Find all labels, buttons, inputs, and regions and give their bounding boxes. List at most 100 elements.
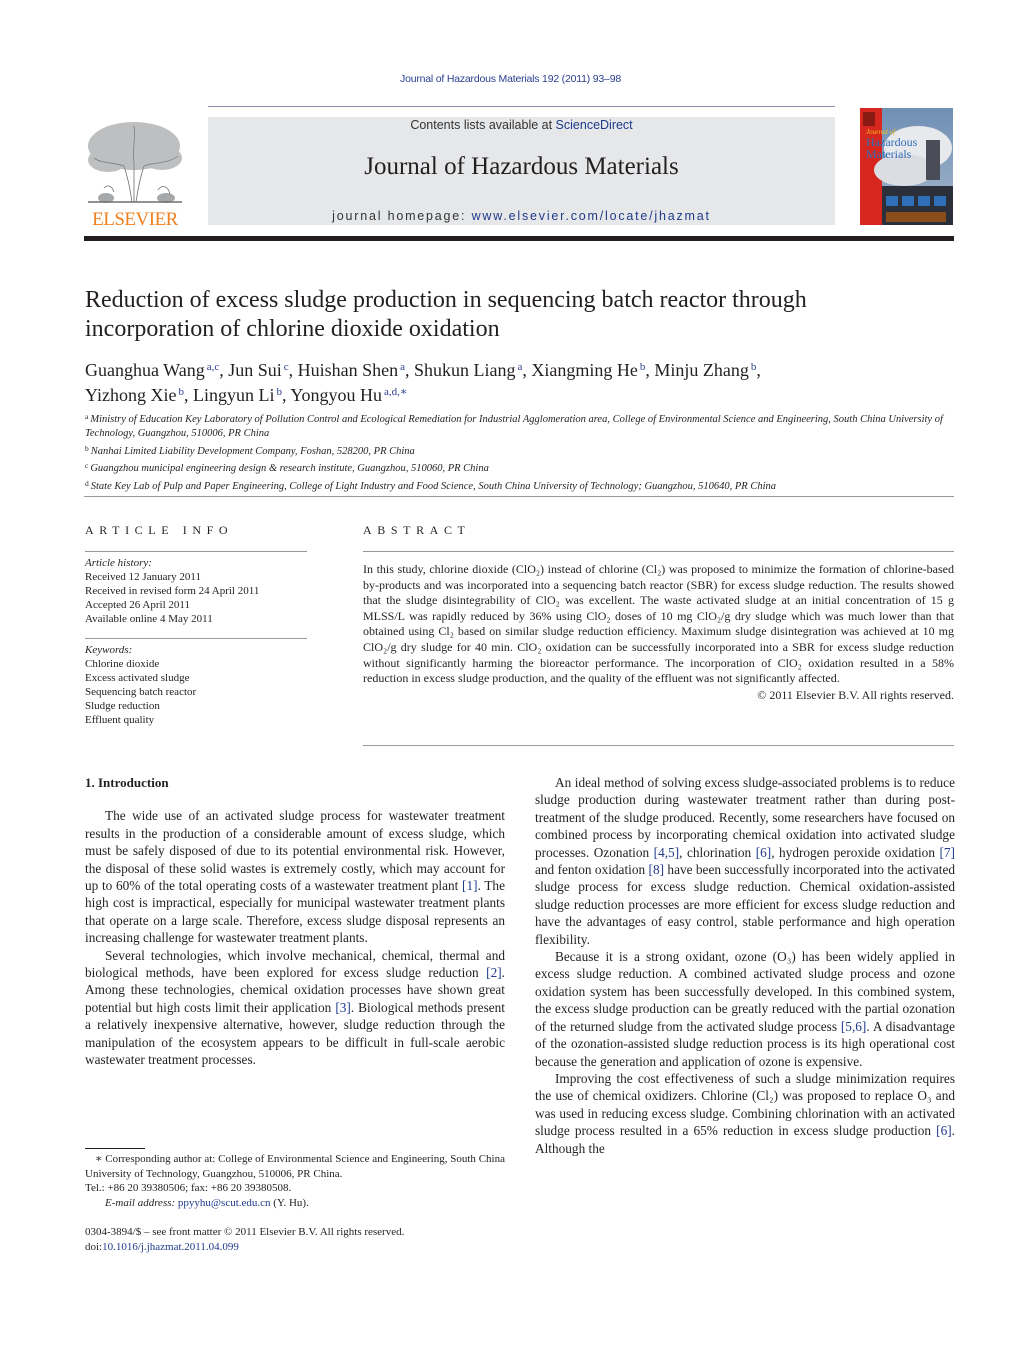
citation-link[interactable]: [4,5] bbox=[654, 845, 679, 860]
corresponding-author-note: ∗ Corresponding author at: College of En… bbox=[85, 1153, 505, 1180]
elsevier-logo[interactable]: ELSEVIER bbox=[84, 118, 186, 230]
doi-link[interactable]: 10.1016/j.jhazmat.2011.04.099 bbox=[102, 1241, 239, 1253]
cover-title-line-3: Materials bbox=[866, 147, 912, 161]
citation-link[interactable]: [6] bbox=[936, 1123, 952, 1138]
journal-cover-image[interactable]: Journal of Hazardous Materials bbox=[860, 108, 953, 225]
paragraph-text: and fenton oxidation bbox=[535, 862, 649, 878]
author-affiliation-marker[interactable]: b bbox=[277, 386, 283, 398]
citation-link[interactable]: [3] bbox=[335, 1000, 351, 1015]
keyword: Excess activated sludge bbox=[85, 672, 190, 684]
author: Jun Sui c bbox=[228, 360, 288, 380]
footnote-divider bbox=[85, 1148, 145, 1149]
abstract-text: In this study, chlorine dioxide (ClO₂) i… bbox=[363, 562, 954, 686]
body-paragraph: The wide use of an activated sludge proc… bbox=[85, 807, 505, 946]
article-title: Reduction of excess sludge production in… bbox=[85, 286, 945, 344]
affiliation-key: c bbox=[85, 461, 89, 471]
abstract-heading: ABSTRACT bbox=[363, 523, 471, 537]
citation-link[interactable]: [1] bbox=[462, 878, 478, 893]
body-column-right: An ideal method of solving excess sludge… bbox=[535, 774, 955, 1157]
journal-title: Journal of Hazardous Materials bbox=[364, 153, 679, 180]
paragraph-text: , hydrogen peroxide oxidation bbox=[771, 844, 940, 860]
affiliation-text: Nanhai Limited Liability Development Com… bbox=[90, 445, 415, 457]
header-divider bbox=[208, 106, 835, 107]
citation-link[interactable]: [7] bbox=[939, 845, 955, 860]
author: Shukun Liang a bbox=[414, 360, 522, 380]
affiliation-text: State Key Lab of Pulp and Paper Engineer… bbox=[90, 480, 776, 492]
author: Huishan Shen a bbox=[298, 360, 405, 380]
body-column-left: 1. Introduction The wide use of an activ… bbox=[85, 774, 505, 1069]
issn-line: 0304-3894/$ – see front matter © 2011 El… bbox=[85, 1226, 405, 1238]
author-affiliation-marker[interactable]: a,c bbox=[207, 361, 220, 373]
author-affiliation-marker[interactable]: b bbox=[179, 386, 185, 398]
body-paragraph: Several technologies, which involve mech… bbox=[85, 947, 505, 1069]
paragraph-text: Several technologies, which involve mech… bbox=[85, 947, 505, 981]
author-name: Yizhong Xie bbox=[85, 385, 177, 405]
citation-link[interactable]: [8] bbox=[649, 862, 665, 877]
cover-illustration-icon: Journal of Hazardous Materials bbox=[860, 108, 953, 225]
keywords-label: Keywords: bbox=[85, 644, 133, 656]
author: Yizhong Xie b bbox=[85, 385, 184, 405]
author-affiliation-marker[interactable]: c bbox=[284, 361, 289, 373]
citation-link[interactable]: [5,6] bbox=[841, 1019, 866, 1034]
author-affiliation-marker[interactable]: b bbox=[640, 361, 646, 373]
article-info-divider bbox=[85, 551, 307, 552]
email-link[interactable]: ppyyhu@scut.edu.cn bbox=[178, 1197, 271, 1209]
title-block-divider bbox=[84, 496, 954, 497]
author: Minju Zhang b bbox=[654, 360, 756, 380]
author-affiliation-marker[interactable]: a,d,∗ bbox=[384, 386, 407, 398]
author: Xiangming He b bbox=[531, 360, 645, 380]
citation-link[interactable]: [2] bbox=[486, 965, 502, 980]
citation-link[interactable]: [6] bbox=[756, 845, 772, 860]
affiliation-text: Guangzhou municipal engineering design &… bbox=[90, 463, 489, 475]
affiliation: b Nanhai Limited Liability Development Co… bbox=[85, 442, 957, 459]
abstract-copyright: © 2011 Elsevier B.V. All rights reserved… bbox=[757, 687, 954, 702]
history-item: Received 12 January 2011 bbox=[85, 571, 201, 583]
paragraph-text: , chlorination bbox=[679, 844, 756, 860]
author: Yongyou Hu a,d,∗ bbox=[290, 385, 407, 405]
running-header[interactable]: Journal of Hazardous Materials 192 (2011… bbox=[0, 73, 1021, 85]
author-name: Minju Zhang bbox=[654, 360, 749, 380]
author: Lingyun Li b bbox=[193, 385, 282, 405]
affiliation-list: a Ministry of Education Key Laboratory of… bbox=[85, 410, 957, 494]
affiliation-key: d bbox=[85, 478, 89, 488]
contents-prefix: Contents lists available at bbox=[410, 118, 556, 132]
tel-fax-note: Tel.: +86 20 39380506; fax: +86 20 39380… bbox=[85, 1182, 292, 1194]
body-paragraph: Improving the cost effectiveness of such… bbox=[535, 1070, 955, 1157]
keywords: Keywords: Chlorine dioxide Excess activa… bbox=[85, 643, 307, 727]
history-item: Available online 4 May 2011 bbox=[85, 613, 213, 625]
author-affiliation-marker[interactable]: a bbox=[518, 361, 523, 373]
author-name: Yongyou Hu bbox=[290, 385, 383, 405]
keyword: Sequencing batch reactor bbox=[85, 686, 197, 698]
author-name: Guanghua Wang bbox=[85, 360, 205, 380]
sciencedirect-link[interactable]: ScienceDirect bbox=[556, 118, 633, 132]
masthead-rule bbox=[84, 236, 954, 241]
article-info: ARTICLE INFO Article history: Received 1… bbox=[85, 523, 307, 727]
history-item: Received in revised form 24 April 2011 bbox=[85, 585, 260, 597]
front-matter: 0304-3894/$ – see front matter © 2011 El… bbox=[85, 1225, 515, 1254]
author-name: Jun Sui bbox=[228, 360, 282, 380]
doi-line: doi:10.1016/j.jhazmat.2011.04.099 bbox=[85, 1240, 515, 1255]
affiliation: a Ministry of Education Key Laboratory of… bbox=[85, 410, 957, 442]
keyword: Effluent quality bbox=[85, 714, 155, 726]
affiliation: c Guangzhou municipal engineering design … bbox=[85, 459, 957, 476]
body-paragraph: Because it is a strong oxidant, ozone (O… bbox=[535, 948, 955, 1070]
elsevier-wordmark: ELSEVIER bbox=[92, 209, 178, 230]
author-affiliation-marker[interactable]: b bbox=[751, 361, 757, 373]
homepage-link[interactable]: www.elsevier.com/locate/jhazmat bbox=[472, 209, 711, 223]
abstract: ABSTRACT In this study, chlorine dioxide… bbox=[363, 523, 954, 703]
author-name: Lingyun Li bbox=[193, 385, 275, 405]
author-name: Huishan Shen bbox=[297, 360, 399, 380]
abstract-divider bbox=[363, 551, 954, 552]
author-affiliation-marker[interactable]: a bbox=[400, 361, 405, 373]
email-suffix: (Y. Hu). bbox=[270, 1196, 309, 1209]
affiliation-key: b bbox=[85, 443, 89, 453]
section-heading: 1. Introduction bbox=[85, 775, 169, 790]
homepage-prefix: journal homepage: bbox=[332, 209, 472, 223]
history-item: Accepted 26 April 2011 bbox=[85, 599, 190, 611]
author-list: Guanghua Wang a,c, Jun Sui c, Huishan Shen… bbox=[85, 356, 955, 406]
article-history: Article history: Received 12 January 201… bbox=[85, 556, 307, 626]
author-line-2: Yizhong Xie b, Lingyun Li b, Yongyou Hu a,d… bbox=[85, 385, 408, 405]
email-label: E-mail address: bbox=[105, 1196, 178, 1209]
doi-prefix: doi: bbox=[85, 1240, 103, 1253]
paragraph-text: The wide use of an activated sludge proc… bbox=[85, 808, 505, 894]
